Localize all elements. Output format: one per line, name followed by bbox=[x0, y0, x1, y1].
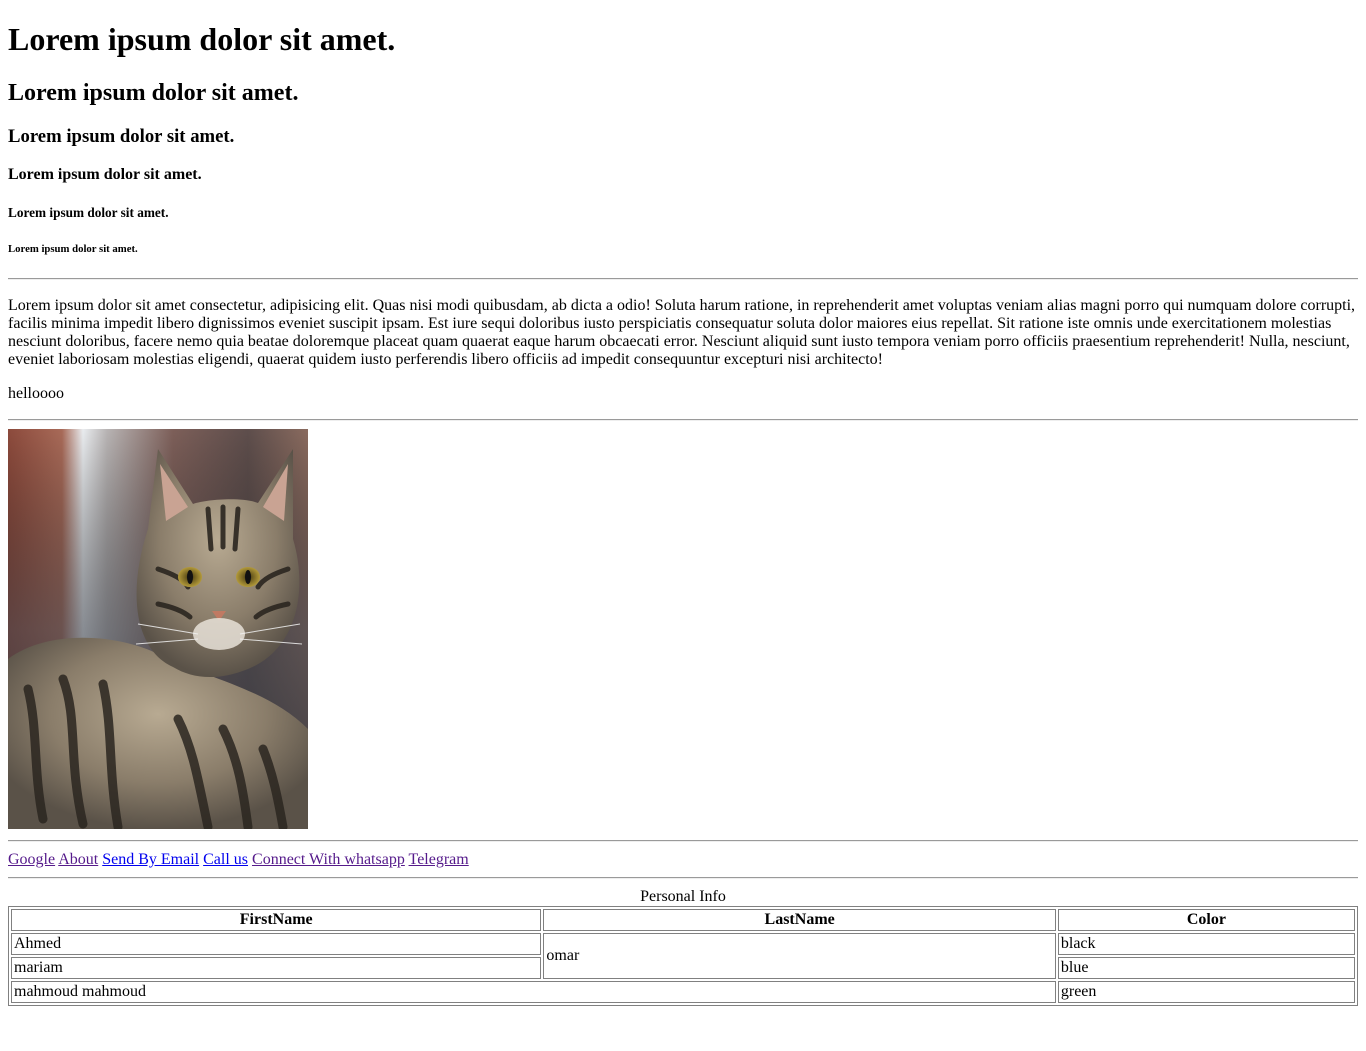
cell-firstname: Ahmed bbox=[11, 933, 542, 955]
cat-photo bbox=[8, 429, 308, 829]
heading-5: Lorem ipsum dolor sit amet. bbox=[8, 205, 169, 220]
table-header-row: FirstName LastName Color bbox=[11, 909, 1355, 931]
link-telegram[interactable]: Telegram bbox=[409, 851, 469, 868]
link-whatsapp[interactable]: Connect With whatsapp bbox=[252, 851, 405, 868]
cell-color: blue bbox=[1057, 957, 1355, 979]
table-row: Ahmed omar black bbox=[11, 933, 1355, 979]
link-about[interactable]: About bbox=[58, 851, 98, 868]
divider-2 bbox=[8, 419, 1358, 421]
heading-2: Lorem ipsum dolor sit amet. bbox=[8, 80, 299, 106]
header-color: Color bbox=[1057, 909, 1355, 931]
personal-info-table: Personal Info FirstName LastName Color A… bbox=[8, 887, 1358, 1006]
header-lastname: LastName bbox=[543, 909, 1056, 931]
table-caption: Personal Info bbox=[640, 888, 726, 905]
cell-lastname: omar bbox=[543, 933, 1056, 979]
divider-4 bbox=[8, 877, 1358, 879]
hello-text: helloooo bbox=[8, 385, 64, 402]
cell-firstname: mahmoud mahmoud bbox=[11, 981, 1056, 1003]
table-row: mahmoud mahmoud green bbox=[11, 981, 1355, 1003]
page: Lorem ipsum dolor sit amet. Lorem ipsum … bbox=[0, 21, 1366, 1006]
link-send-by-email[interactable]: Send By Email bbox=[102, 851, 199, 868]
header-firstname: FirstName bbox=[11, 909, 542, 931]
heading-4: Lorem ipsum dolor sit amet. bbox=[8, 166, 202, 183]
heading-1: Lorem ipsum dolor sit amet. bbox=[8, 21, 396, 57]
link-bar: Google About Send By Email Call us Conne… bbox=[8, 851, 1358, 869]
cell-color: black bbox=[1057, 933, 1355, 955]
divider-3 bbox=[8, 840, 1358, 842]
lorem-paragraph: Lorem ipsum dolor sit amet consectetur, … bbox=[8, 297, 1356, 368]
link-call-us[interactable]: Call us bbox=[203, 851, 248, 868]
link-google[interactable]: Google bbox=[8, 851, 55, 868]
divider-1 bbox=[8, 278, 1358, 280]
cell-firstname: mariam bbox=[11, 957, 542, 979]
heading-6: Lorem ipsum dolor sit amet. bbox=[8, 243, 138, 255]
heading-3: Lorem ipsum dolor sit amet. bbox=[8, 126, 235, 147]
cell-color: green bbox=[1057, 981, 1355, 1003]
